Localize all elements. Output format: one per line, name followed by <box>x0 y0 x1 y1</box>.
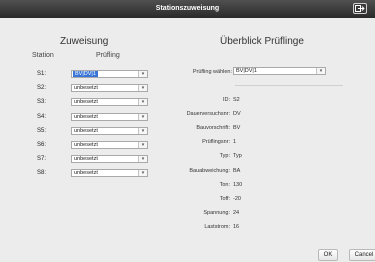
station-column-header: Station <box>32 52 54 59</box>
detail-label: ID: <box>222 97 230 103</box>
detail-label: Laststrom: <box>204 223 230 230</box>
detail-value: DV <box>233 111 241 118</box>
station-slot-label: S7: <box>37 156 47 163</box>
ok-button[interactable]: OK <box>318 249 338 261</box>
detail-value: 130 <box>233 181 243 188</box>
exit-button[interactable] <box>353 3 367 14</box>
divider <box>235 85 343 86</box>
station-slot-label: S5: <box>37 127 47 134</box>
detail-value: -20 <box>233 195 241 202</box>
detail-value: BV <box>233 125 241 132</box>
detail-value: 16 <box>233 223 240 230</box>
detail-value: Typ <box>233 153 242 160</box>
detail-label: Ton: <box>219 181 230 188</box>
window-title: Stationszuweisung <box>155 5 220 12</box>
station-slot-label: S1: <box>37 71 47 77</box>
detail-label: Dauerversuchsnr: <box>186 111 230 118</box>
station-slot-label: S3: <box>37 99 47 106</box>
station-slot-label: S8: <box>37 170 47 177</box>
detail-value: S2 <box>233 97 240 103</box>
detail-label: Typ: <box>219 153 230 160</box>
detail-value: 24 <box>233 209 240 216</box>
station-slot-select[interactable]: unbesetzt ▾ <box>71 84 148 93</box>
exit-icon <box>355 5 365 12</box>
detail-label: Prüflingsnr: <box>202 139 230 146</box>
pruefling-column-header: Prüfling <box>96 52 120 59</box>
station-slot-label: S4: <box>37 113 47 120</box>
title-bar: Stationszuweisung <box>0 0 375 18</box>
pruefling-select-label: Prüfling wählen: <box>192 69 232 75</box>
chevron-down-icon[interactable]: ▾ <box>138 85 147 92</box>
detail-label: Bauabweichung: <box>189 167 230 174</box>
cancel-button[interactable]: Cancel <box>349 249 375 261</box>
chevron-down-icon[interactable]: ▾ <box>316 68 325 74</box>
detail-label: Toff: <box>219 195 230 202</box>
overview-heading: Überblick Prüflinge <box>220 36 304 47</box>
detail-value: 1 <box>233 139 237 146</box>
station-slot-label: S6: <box>37 142 47 148</box>
station-slot-label: S2: <box>37 85 47 92</box>
detail-label: Bauvorschrift: <box>196 125 230 132</box>
pruefling-select[interactable]: BV|DV|1 ▾ <box>233 67 326 75</box>
assignment-heading: Zuweisung <box>60 36 109 47</box>
detail-value: BA <box>233 167 241 174</box>
detail-label: Spannung: <box>203 209 230 216</box>
